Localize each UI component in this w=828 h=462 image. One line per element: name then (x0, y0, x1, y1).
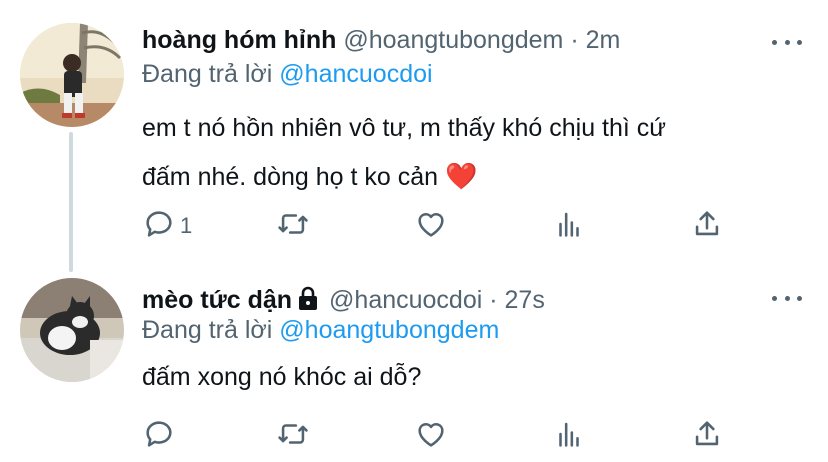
reply-icon (142, 417, 176, 456)
replying-to: Đang trả lời @hoangtubongdem (142, 316, 499, 345)
share-icon (690, 207, 724, 246)
tweet-text-segment: đấm nhé. dòng họ t ko cản (142, 163, 439, 191)
tweet-text: em t nó hồn nhiên vô tư, m thấy khó chịu… (142, 104, 782, 201)
replying-prefix: Đang trả lời (142, 60, 273, 88)
heart-emoji: ❤️ (445, 161, 478, 191)
like-icon (414, 417, 448, 456)
tweet-text-line: đấm nhé. dòng họ t ko cản ❤️ (142, 152, 782, 201)
analytics-icon (552, 207, 586, 246)
display-name[interactable]: mèo tức dận (142, 286, 292, 314)
tweet-text-line: em t nó hồn nhiên vô tư, m thấy khó chịu… (142, 114, 667, 142)
share-button[interactable] (690, 416, 724, 456)
tweet-text-line: đấm xong nó khóc ai dỗ? (142, 363, 422, 391)
share-button[interactable] (690, 206, 724, 246)
action-bar (142, 416, 742, 456)
like-button[interactable] (414, 416, 448, 456)
tweet-header: mèo tức dận @hancuocdoi · 27s (142, 282, 545, 318)
tweet[interactable]: mèo tức dận @hancuocdoi · 27s Đang trả l… (0, 262, 828, 462)
reply-count: 1 (180, 213, 193, 238)
avatar[interactable] (20, 23, 124, 127)
timestamp[interactable]: 27s (505, 286, 545, 314)
separator-dot: · (489, 286, 498, 314)
share-icon (690, 417, 724, 456)
tweet-header: hoàng hóm hỉnh @hoangtubongdem · 2m (142, 22, 620, 58)
tweet-text: đấm xong nó khóc ai dỗ? (142, 353, 782, 401)
reply-icon (142, 207, 176, 246)
like-icon (414, 207, 448, 246)
reply-button[interactable]: 1 (142, 206, 192, 246)
tweet[interactable]: hoàng hóm hỉnh @hoangtubongdem · 2m Đang… (0, 0, 828, 272)
display-name[interactable]: hoàng hóm hỉnh (142, 26, 336, 54)
analytics-button[interactable] (552, 416, 586, 456)
replying-to: Đang trả lời @hancuocdoi (142, 60, 433, 89)
mention-link[interactable]: @hancuocdoi (279, 60, 432, 88)
action-bar: 1 (142, 206, 742, 246)
retweet-icon (276, 207, 310, 246)
analytics-button[interactable] (552, 206, 586, 246)
retweet-button[interactable] (276, 416, 310, 456)
more-icon[interactable] (772, 32, 802, 52)
thread-line (69, 132, 73, 272)
reply-button[interactable] (142, 416, 176, 456)
analytics-icon (552, 417, 586, 456)
replying-prefix: Đang trả lời (142, 316, 273, 344)
timestamp[interactable]: 2m (586, 26, 621, 54)
more-icon[interactable] (772, 288, 802, 308)
avatar[interactable] (20, 278, 124, 382)
separator-dot: · (570, 26, 579, 54)
like-button[interactable] (414, 206, 448, 246)
retweet-button[interactable] (276, 206, 310, 246)
mention-link[interactable]: @hoangtubongdem (279, 316, 499, 344)
user-handle[interactable]: @hancuocdoi (329, 286, 482, 314)
user-handle[interactable]: @hoangtubongdem (343, 26, 563, 54)
retweet-icon (276, 417, 310, 456)
